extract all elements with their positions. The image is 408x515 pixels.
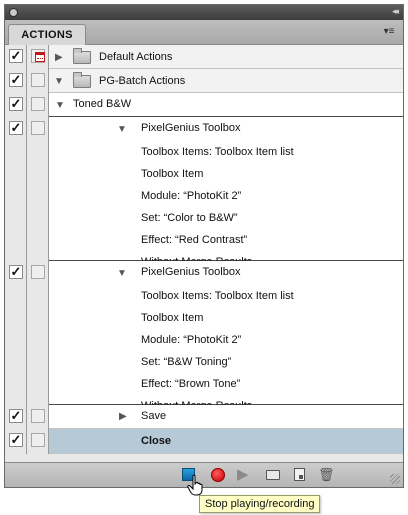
new-set-button[interactable] (265, 467, 281, 482)
command-parameter: Toolbox Item (141, 312, 204, 324)
dialog-toggle[interactable] (31, 121, 45, 135)
command-parameter: Effect: “Brown Tone” (141, 378, 241, 390)
dialog-toggle[interactable] (31, 265, 45, 279)
item-toggle-checkbox[interactable]: ✓ (9, 121, 23, 135)
collapse-triangle-icon[interactable]: ▼ (54, 76, 64, 87)
command-row-toolbox-2[interactable]: ✓ ▼ PixelGenius Toolbox Toolbox Items: T… (5, 261, 403, 412)
command-parameter: Toolbox Items: Toolbox Item list (141, 290, 294, 302)
command-parameter: Effect: “Red Contrast” (141, 234, 248, 246)
action-set-row-pg-batch[interactable]: ✓ ▼ PG-Batch Actions (5, 69, 403, 93)
collapse-triangle-icon[interactable]: ▼ (117, 268, 127, 279)
dialog-column (27, 429, 49, 454)
record-button[interactable] (210, 467, 226, 482)
dialog-toggle[interactable] (31, 97, 45, 111)
item-toggle-checkbox[interactable]: ✓ (9, 433, 23, 447)
delete-button[interactable]: 🗑 (318, 467, 335, 482)
play-button[interactable]: ▶ (237, 467, 253, 482)
toggle-column: ✓ (5, 93, 27, 117)
dialog-toggle[interactable] (31, 49, 45, 63)
dialog-toggle[interactable] (31, 73, 45, 87)
command-parameter: Toolbox Items: Toolbox Item list (141, 146, 294, 158)
play-icon: ▶ (237, 466, 249, 483)
new-set-icon (266, 470, 280, 480)
hand-cursor-icon (187, 474, 203, 496)
command-row-save[interactable]: ✓ ▶ Save (5, 405, 403, 429)
dialog-column (27, 93, 49, 117)
trash-icon: 🗑 (318, 467, 335, 482)
toggle-column: ✓ (5, 117, 27, 261)
command-label: PixelGenius Toolbox (141, 122, 241, 134)
new-action-icon (294, 468, 305, 481)
dialog-column (27, 69, 49, 93)
toggle-column: ✓ (5, 261, 27, 405)
row-content[interactable]: ▼ Toned B&W (49, 93, 403, 117)
tab-actions[interactable]: ACTIONS (8, 24, 86, 46)
action-set-row-default-actions[interactable]: ✓ ▶ Default Actions (5, 45, 403, 69)
expand-triangle-icon[interactable]: ▶ (55, 52, 63, 63)
collapse-triangle-icon[interactable]: ▼ (55, 100, 65, 111)
action-set-label: Default Actions (99, 51, 173, 63)
command-parameter: Toolbox Item (141, 168, 204, 180)
folder-icon (73, 48, 91, 64)
row-content[interactable]: ▶ Default Actions (49, 45, 403, 69)
actions-panel: ◂◂ ACTIONS ▾≡ ✓ ▶ Default Actions ✓ ▼ PG… (4, 4, 404, 488)
action-label: Toned B&W (73, 98, 132, 110)
row-content[interactable]: ▼ PixelGenius Toolbox Toolbox Items: Too… (49, 117, 403, 268)
item-toggle-checkbox[interactable]: ✓ (9, 73, 23, 87)
dialog-column (27, 117, 49, 261)
toggle-column: ✓ (5, 429, 27, 454)
command-label: PixelGenius Toolbox (141, 266, 241, 278)
row-content-selected[interactable]: Close (49, 429, 403, 454)
command-parameter: Module: “PhotoKit 2” (141, 190, 242, 202)
command-row-close[interactable]: ✓ Close (5, 429, 403, 454)
row-content[interactable]: ▶ Save (49, 405, 403, 429)
command-label: Save (141, 410, 167, 422)
collapse-triangle-icon[interactable]: ▼ (117, 124, 127, 135)
record-icon (211, 468, 225, 482)
new-action-button[interactable] (292, 467, 308, 482)
panel-tabbar: ACTIONS ▾≡ (5, 20, 403, 46)
dialog-column (27, 45, 49, 69)
item-toggle-checkbox[interactable]: ✓ (9, 97, 23, 111)
command-parameter: Module: “PhotoKit 2” (141, 334, 242, 346)
dialog-toggle[interactable] (31, 409, 45, 423)
panel-menu-icon[interactable]: ▾≡ (381, 26, 397, 38)
tooltip: Stop playing/recording (199, 495, 321, 513)
folder-icon (73, 72, 91, 88)
item-toggle-checkbox[interactable]: ✓ (9, 265, 23, 279)
toggle-column: ✓ (5, 405, 27, 429)
close-icon[interactable] (9, 8, 18, 17)
row-content[interactable]: ▼ PG-Batch Actions (49, 69, 403, 93)
dialog-column (27, 261, 49, 405)
command-label: Close (141, 435, 171, 447)
resize-grip-icon[interactable] (390, 474, 400, 484)
dialog-icon (35, 52, 45, 62)
item-toggle-checkbox[interactable]: ✓ (9, 49, 23, 63)
actions-list[interactable]: ✓ ▶ Default Actions ✓ ▼ PG-Batch Actions… (5, 45, 403, 462)
command-parameter: Set: “Color to B&W” (141, 212, 238, 224)
row-content[interactable]: ▼ PixelGenius Toolbox Toolbox Items: Too… (49, 261, 403, 412)
toggle-column: ✓ (5, 69, 27, 93)
command-row-toolbox-1[interactable]: ✓ ▼ PixelGenius Toolbox Toolbox Items: T… (5, 117, 403, 268)
dialog-column (27, 405, 49, 429)
item-toggle-checkbox[interactable]: ✓ (9, 409, 23, 423)
double-chevron-icon[interactable]: ◂◂ (392, 6, 399, 17)
panel-titlebar[interactable]: ◂◂ (5, 5, 403, 20)
toggle-column: ✓ (5, 45, 27, 69)
dialog-toggle[interactable] (31, 433, 45, 447)
expand-triangle-icon[interactable]: ▶ (119, 411, 127, 422)
command-parameter: Set: “B&W Toning” (141, 356, 232, 368)
action-set-label: PG-Batch Actions (99, 75, 186, 87)
action-row-toned-bw[interactable]: ✓ ▼ Toned B&W (5, 93, 403, 117)
